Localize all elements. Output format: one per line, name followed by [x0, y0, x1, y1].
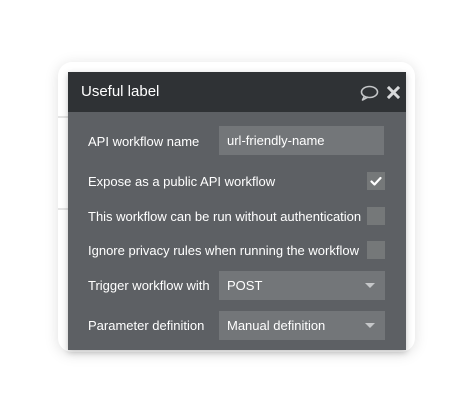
comment-icon[interactable]: [360, 85, 379, 106]
api-workflow-name-label: API workflow name: [88, 134, 200, 149]
property-editor-panel: Useful label API workflow name Expose as…: [68, 72, 406, 350]
chevron-down-icon: [365, 323, 375, 328]
parameter-definition-dropdown[interactable]: Manual definition: [219, 311, 385, 340]
panel-title: Useful label: [81, 83, 160, 100]
close-icon[interactable]: [386, 85, 401, 104]
trigger-method-value: POST: [227, 278, 263, 293]
parameter-definition-label: Parameter definition: [88, 318, 205, 333]
chevron-down-icon: [365, 283, 375, 288]
parameter-definition-value: Manual definition: [227, 318, 326, 333]
trigger-method-dropdown[interactable]: POST: [219, 271, 385, 300]
panel-header[interactable]: Useful label: [68, 72, 406, 112]
ignore-privacy-label: Ignore privacy rules when running the wo…: [88, 243, 359, 258]
trigger-workflow-label: Trigger workflow with: [88, 278, 210, 293]
expose-public-label: Expose as a public API workflow: [88, 174, 276, 189]
ignore-privacy-checkbox[interactable]: [367, 241, 385, 259]
expose-public-checkbox[interactable]: [367, 172, 385, 190]
checkmark-icon: [370, 176, 382, 186]
no-auth-label: This workflow can be run without authent…: [88, 209, 362, 224]
api-workflow-name-input[interactable]: [219, 126, 384, 155]
no-auth-checkbox[interactable]: [367, 207, 385, 225]
